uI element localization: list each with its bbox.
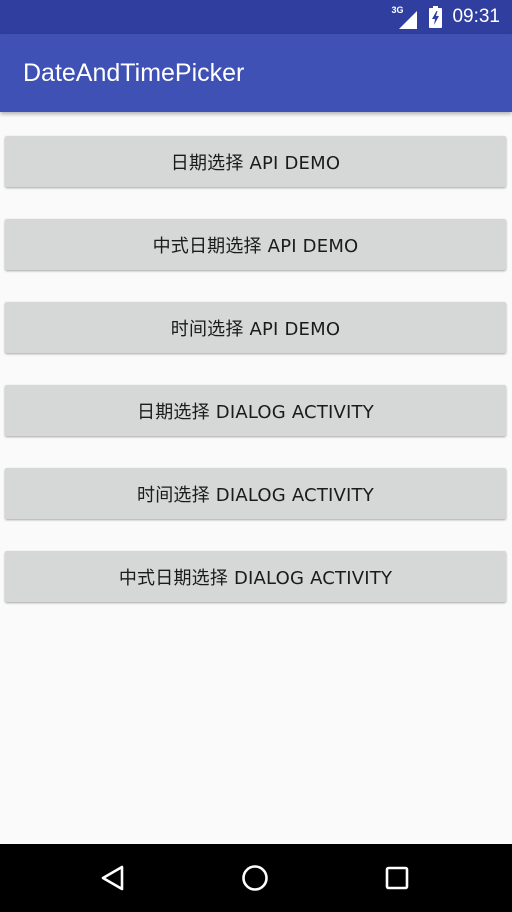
status-icons: 3G 09:31 [391, 0, 500, 34]
home-icon [242, 865, 268, 891]
app-title: DateAndTimePicker [23, 59, 245, 87]
app-bar: DateAndTimePicker [0, 34, 512, 112]
chinese-date-picker-dialog-activity-button[interactable]: 中式日期选择 DIALOG ACTIVITY [5, 551, 506, 602]
recents-button[interactable] [380, 861, 414, 895]
back-button[interactable] [96, 861, 130, 895]
status-bar: 3G 09:31 [0, 0, 512, 34]
recents-icon [385, 866, 409, 890]
time-picker-dialog-activity-button[interactable]: 时间选择 DIALOG ACTIVITY [5, 468, 506, 519]
chinese-date-picker-api-demo-button[interactable]: 中式日期选择 API DEMO [5, 219, 506, 270]
battery-charging-icon [429, 6, 443, 28]
button-list: 日期选择 API DEMO 中式日期选择 API DEMO 时间选择 API D… [5, 136, 507, 634]
date-picker-api-demo-button[interactable]: 日期选择 API DEMO [5, 136, 506, 187]
signal-icon [399, 11, 418, 29]
navigation-bar [0, 844, 512, 912]
time-picker-api-demo-button[interactable]: 时间选择 API DEMO [5, 302, 506, 353]
date-picker-dialog-activity-button[interactable]: 日期选择 DIALOG ACTIVITY [5, 385, 506, 436]
network-indicator: 3G [391, 5, 418, 29]
home-button[interactable] [238, 861, 272, 895]
back-icon [101, 865, 124, 891]
clock: 09:31 [452, 6, 500, 27]
